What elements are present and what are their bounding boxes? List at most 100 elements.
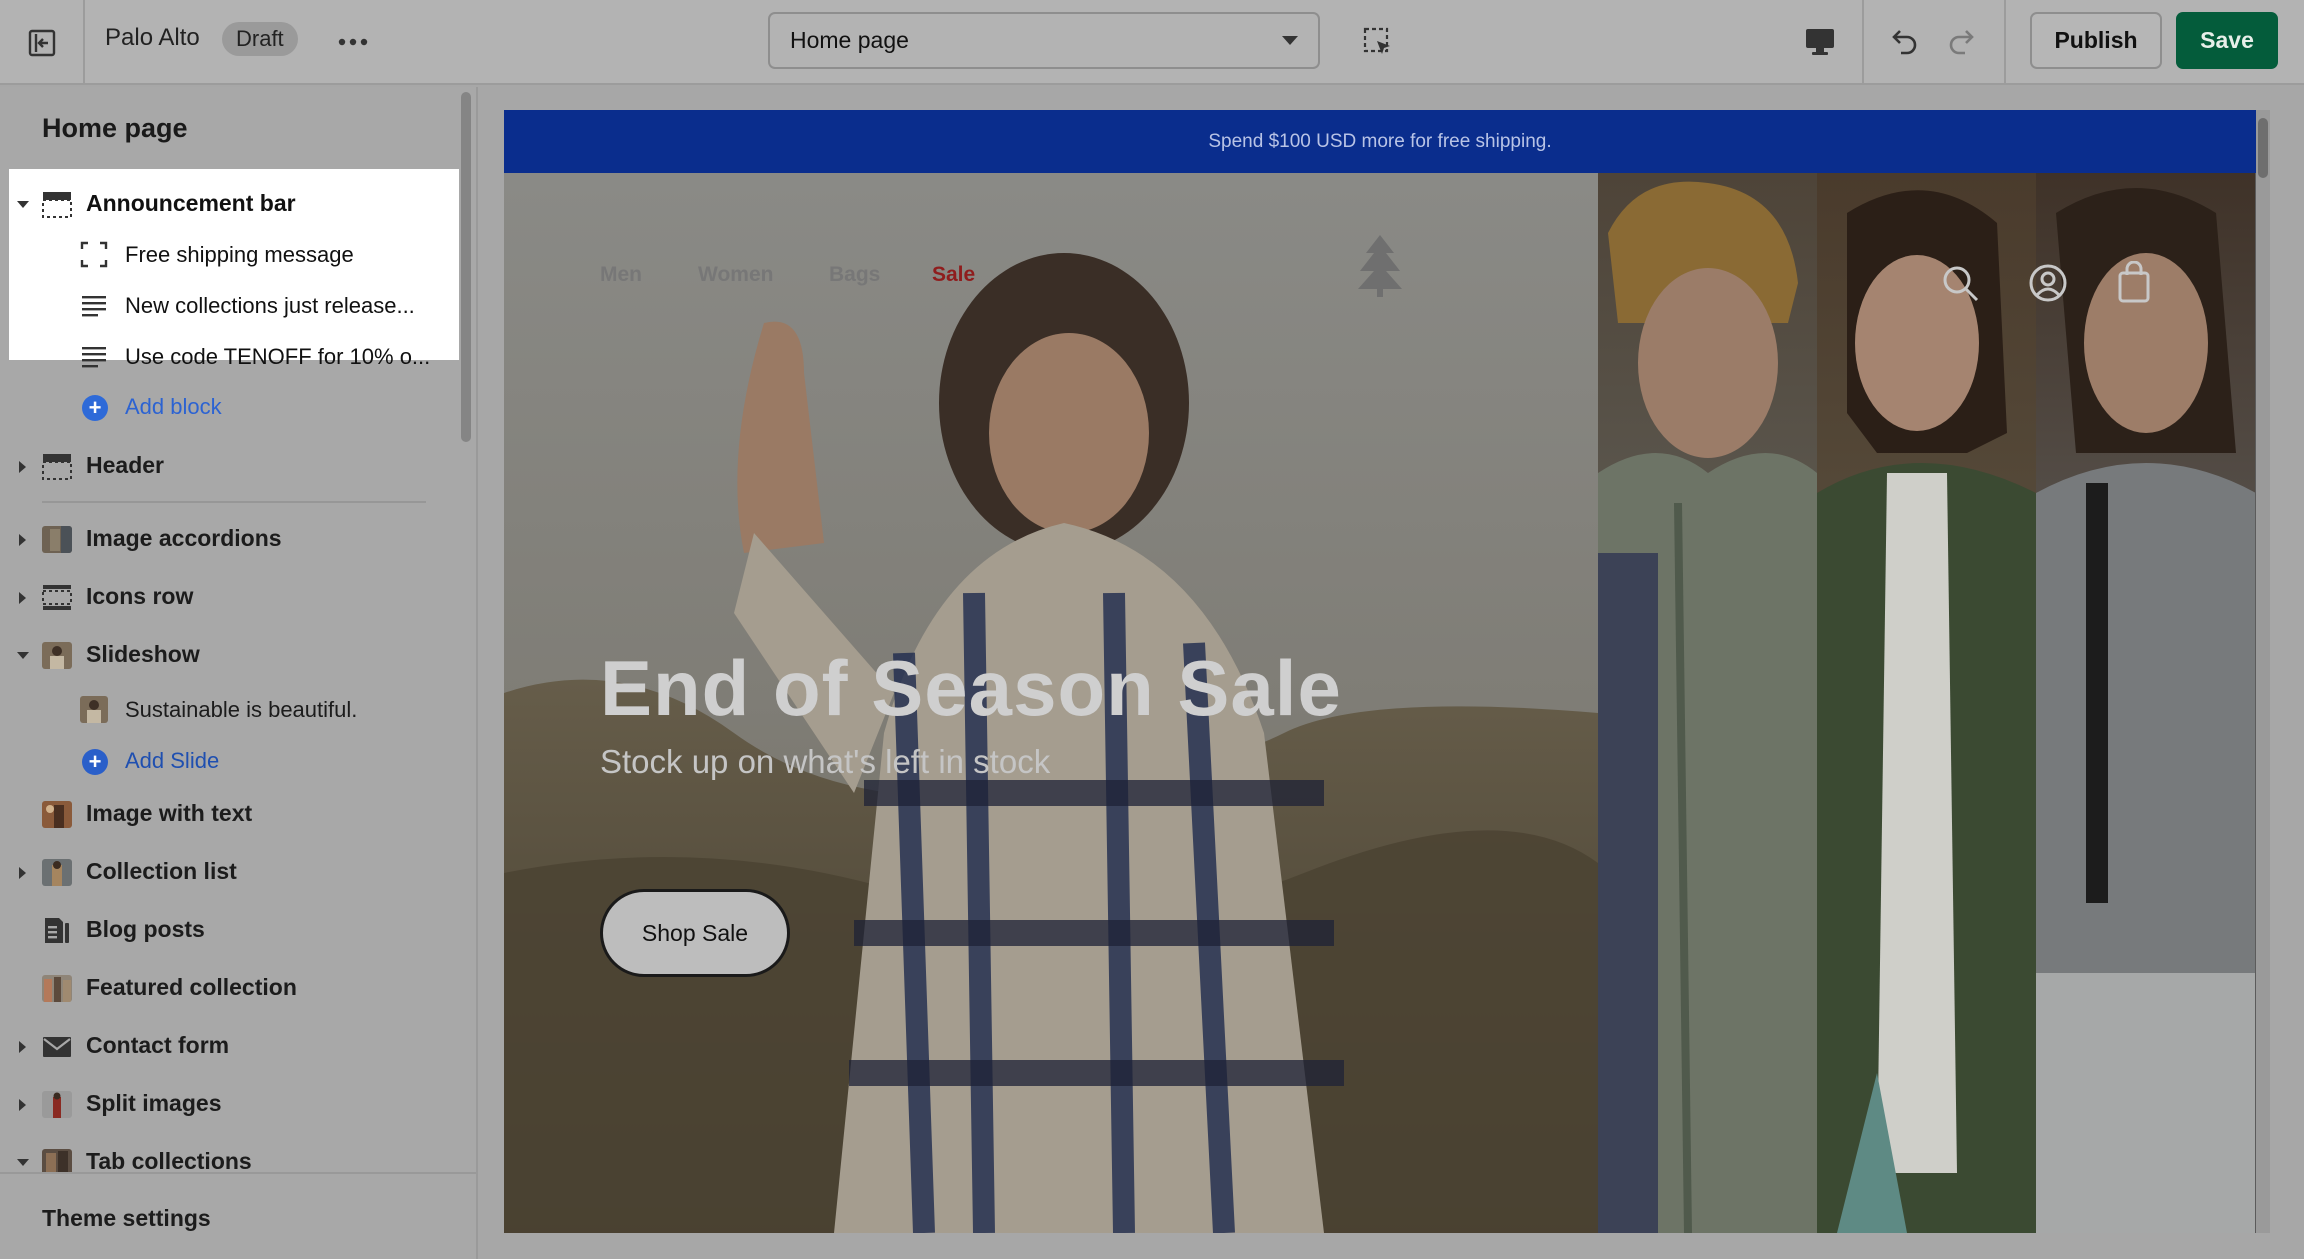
- section-image-with-text[interactable]: Image with text: [0, 792, 455, 836]
- sidebar-title: Home page: [42, 113, 188, 143]
- section-split-images[interactable]: Split images: [0, 1082, 455, 1126]
- storefront-preview[interactable]: Spend $100 USD more for free shipping. M…: [504, 110, 2256, 1233]
- section-header[interactable]: Header: [0, 444, 455, 488]
- add-slide-button[interactable]: + Add Slide: [0, 738, 455, 782]
- section-blog-posts[interactable]: Blog posts: [0, 908, 455, 952]
- top-bar: Palo Alto Draft Home page Publish Save: [0, 0, 2304, 85]
- cart-icon[interactable]: [2116, 261, 2152, 303]
- inspector-toggle-button[interactable]: [1356, 20, 1400, 64]
- model-photo-1: [1598, 181, 1817, 1233]
- preview-announcement-bar: Spend $100 USD more for free shipping.: [504, 110, 2256, 173]
- section-label: Tab collections: [86, 1148, 252, 1174]
- section-collection-list[interactable]: Collection list: [0, 850, 455, 894]
- publish-button[interactable]: Publish: [2030, 12, 2162, 69]
- theme-settings-button[interactable]: Theme settings: [0, 1172, 476, 1259]
- status-badge: Draft: [222, 22, 298, 56]
- add-block-label: Add block: [125, 394, 222, 419]
- undo-icon: [1892, 30, 1917, 55]
- envelope-icon: [43, 1037, 71, 1057]
- store-logo-icon: [1358, 235, 1402, 297]
- preview-scrollbar[interactable]: [2256, 110, 2270, 1233]
- redo-icon: [1949, 30, 1974, 55]
- model-photo-2: [1817, 190, 2036, 1233]
- undo-button[interactable]: [1880, 18, 1926, 64]
- section-image-accordions[interactable]: Image accordions: [0, 517, 455, 561]
- block-new-collections[interactable]: New collections just release...: [0, 283, 455, 327]
- section-label: Contact form: [86, 1032, 230, 1058]
- nav-link-men[interactable]: Men: [600, 263, 642, 287]
- more-icon: [338, 38, 368, 46]
- hero-title: End of Season Sale: [600, 644, 1342, 732]
- save-button[interactable]: Save: [2176, 12, 2278, 69]
- image-thumbnail-icon: [42, 859, 72, 886]
- text-lines-icon: [82, 296, 106, 317]
- collapse-icon[interactable]: [17, 1159, 29, 1166]
- page-selector[interactable]: Home page: [768, 12, 1320, 69]
- nav-link-sale[interactable]: Sale: [932, 263, 975, 287]
- collapse-icon[interactable]: [17, 201, 29, 208]
- page-selector-value: Home page: [790, 27, 909, 53]
- search-icon[interactable]: [1940, 263, 1980, 303]
- image-thumbnail-icon: [42, 526, 72, 553]
- nav-link-women[interactable]: Women: [698, 263, 773, 287]
- expand-icon[interactable]: [19, 867, 26, 879]
- add-circle-icon: +: [82, 395, 108, 421]
- add-slide-label: Add Slide: [125, 748, 220, 773]
- collapse-icon[interactable]: [17, 652, 29, 659]
- sections-sidebar: Home page Announcement bar Free shipping…: [0, 87, 478, 1259]
- sidebar-scrollbar[interactable]: [460, 87, 472, 1172]
- section-contact-form[interactable]: Contact form: [0, 1024, 455, 1068]
- image-thumbnail-icon: [42, 642, 72, 669]
- more-actions-button[interactable]: [330, 22, 376, 62]
- hero-image: Men Women Bags Sale End of Season Sale S…: [504, 173, 1598, 1233]
- model-panel-3: [2036, 173, 2255, 1233]
- model-photo-3: [2036, 188, 2255, 1233]
- section-announcement-bar[interactable]: Announcement bar: [0, 182, 455, 226]
- section-label: Icons row: [86, 583, 194, 609]
- expand-icon[interactable]: [19, 534, 26, 546]
- redo-button[interactable]: [1940, 18, 1986, 64]
- block-label: Free shipping message: [125, 242, 354, 267]
- exit-icon: [28, 29, 55, 56]
- blog-posts-icon: [45, 918, 69, 943]
- hero-side-images: [1598, 173, 2256, 1233]
- desktop-icon: [1806, 29, 1834, 55]
- block-label: Use code TENOFF for 10% o...: [125, 344, 431, 369]
- add-block-button[interactable]: + Add block: [0, 384, 455, 428]
- section-label: Featured collection: [86, 974, 297, 1000]
- exit-button[interactable]: [0, 0, 85, 85]
- section-label: Split images: [86, 1090, 222, 1116]
- section-icons-row[interactable]: Icons row: [0, 575, 455, 619]
- section-label: Image accordions: [86, 525, 282, 551]
- section-slideshow[interactable]: Slideshow: [0, 633, 455, 677]
- text-lines-icon: [82, 347, 106, 368]
- chevron-down-icon: [1282, 36, 1298, 45]
- section-featured-collection[interactable]: Featured collection: [0, 966, 455, 1010]
- section-label: Announcement bar: [86, 190, 296, 216]
- expand-icon[interactable]: [19, 461, 26, 473]
- theme-settings-label: Theme settings: [42, 1205, 211, 1231]
- section-label: Blog posts: [86, 916, 205, 942]
- expand-icon[interactable]: [19, 592, 26, 604]
- image-thumbnail-icon: [80, 696, 108, 723]
- section-label: Image with text: [86, 800, 253, 826]
- toolbar-divider: [1862, 0, 1864, 85]
- block-tenoff-code[interactable]: Use code TENOFF for 10% o...: [0, 334, 455, 378]
- slide-sustainable[interactable]: Sustainable is beautiful.: [0, 687, 455, 731]
- block-label: Sustainable is beautiful.: [125, 697, 358, 722]
- nav-link-bags[interactable]: Bags: [829, 263, 880, 287]
- shop-sale-button[interactable]: Shop Sale: [600, 889, 790, 977]
- expand-icon[interactable]: [19, 1099, 26, 1111]
- icons-row-icon: [42, 585, 72, 610]
- image-thumbnail-icon: [42, 801, 72, 828]
- add-circle-icon: +: [82, 749, 108, 775]
- announcement-bar-icon: [42, 192, 72, 218]
- hero-subtitle: Stock up on what's left in stock: [600, 743, 1051, 780]
- account-icon[interactable]: [2028, 263, 2068, 303]
- store-name: Palo Alto: [105, 24, 200, 51]
- block-free-shipping[interactable]: Free shipping message: [0, 232, 455, 276]
- expand-icon[interactable]: [19, 1041, 26, 1053]
- model-panel-1: [1598, 173, 1817, 1233]
- device-preview-button[interactable]: [1796, 18, 1844, 66]
- dashed-frame-icon: [80, 241, 108, 268]
